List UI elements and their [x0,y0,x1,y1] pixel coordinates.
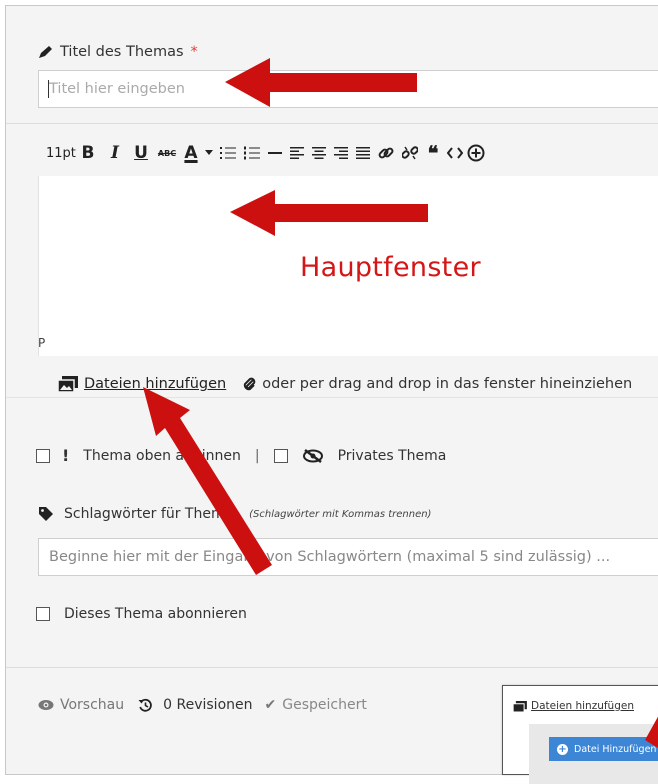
pin-checkbox[interactable] [36,448,50,463]
divider [6,667,658,668]
caret-down-icon[interactable] [202,138,216,168]
plus-circle-icon: + [557,743,568,755]
check-icon: ✔ [264,697,277,713]
underline-button[interactable]: U [128,138,154,168]
images-icon [58,376,78,392]
private-checkbox[interactable] [273,448,288,463]
tags-hint: (Schlagwörter mit Kommas trennen) [249,508,432,520]
eye-icon [38,700,54,710]
unlink-icon[interactable] [398,138,422,168]
private-label: Privates Thema [337,447,447,464]
bold-button[interactable]: B [74,138,102,168]
italic-button[interactable]: I [102,138,128,168]
link-icon[interactable] [374,138,398,168]
divider [6,397,658,398]
add-circle-icon[interactable] [466,138,486,168]
text-caret [48,80,49,98]
preview-link[interactable]: Vorschau [60,697,124,713]
saved-status: Gespeichert [282,697,367,713]
font-color-button[interactable]: A [180,138,202,168]
editor-toolbar: 11pt B I U ABC A ❝ [38,132,658,174]
tag-icon [39,507,53,521]
attachments-row: Dateien hinzufügen oder per drag and dro… [58,376,632,392]
align-center-icon[interactable] [308,138,330,168]
footer-status: Vorschau 0 Revisionen ✔ Gespeichert [38,697,367,713]
subscribe-label: Dieses Thema abonnieren [64,606,247,622]
history-icon [138,698,152,712]
exclamation-icon: ! [62,446,70,465]
editor-status-path: P [38,336,46,350]
title-label-text: Titel des Themas [60,44,184,60]
add-files-link[interactable]: Dateien hinzufügen [84,376,226,392]
subscribe-checkbox[interactable] [36,607,50,621]
options-separator: | [254,447,260,464]
inset-add-file-button[interactable]: + Datei Hinzufügen [549,737,658,761]
horizontal-rule-icon[interactable] [264,138,286,168]
pencil-icon [39,46,52,58]
subscribe-row: Dieses Thema abonnieren [36,606,247,622]
align-left-icon[interactable] [286,138,308,168]
quote-icon[interactable]: ❝ [422,138,444,168]
main-window-annotation: Hauptfenster [300,252,481,283]
strikethrough-button[interactable]: ABC [154,138,180,168]
inset-screenshot: Dateien hinzufügen + Datei Hinzufügen [502,685,658,784]
align-right-icon[interactable] [330,138,352,168]
title-input[interactable] [38,70,658,108]
revisions-link[interactable]: 0 Revisionen [163,697,252,713]
tags-label: Schlagwörter für Thema [64,506,234,522]
inset-add-files-link[interactable]: Dateien hinzufügen [513,700,634,712]
images-icon [513,700,527,712]
inset-add-file-label: Datei Hinzufügen [574,743,657,755]
divider [6,123,658,124]
code-icon[interactable] [444,138,466,168]
bullet-list-icon[interactable] [216,138,240,168]
tags-input[interactable] [38,538,658,576]
tags-label-row: Schlagwörter für Thema (Schlagwörter mit… [38,506,431,522]
font-size-select[interactable]: 11pt [38,138,76,168]
title-label: Titel des Themas * [38,44,198,60]
eye-slash-icon [302,448,323,463]
required-marker: * [190,44,198,60]
topic-options: ! Thema oben anpinnen | Privates Thema [36,446,446,465]
drag-drop-hint: oder per drag and drop in das fenster hi… [262,376,633,392]
align-justify-icon[interactable] [352,138,374,168]
inset-add-files-label: Dateien hinzufügen [531,700,634,712]
paperclip-icon [244,377,256,391]
numbered-list-icon[interactable] [240,138,264,168]
pin-label: Thema oben anpinnen [83,447,241,464]
